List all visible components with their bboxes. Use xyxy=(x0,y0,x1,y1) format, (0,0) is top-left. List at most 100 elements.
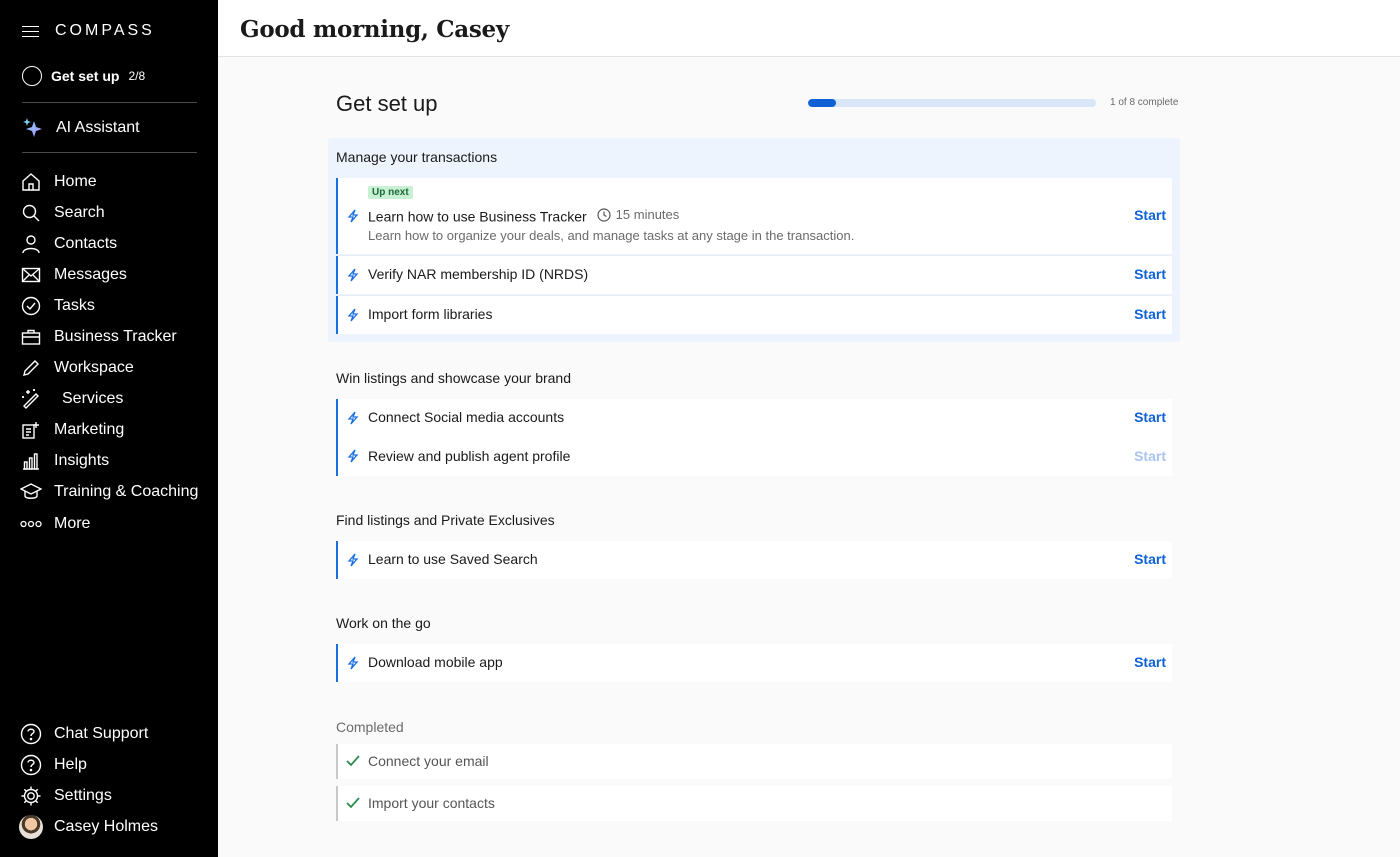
start-button[interactable]: Start xyxy=(1134,409,1166,425)
sidebar-item-label: Marketing xyxy=(54,421,125,439)
sidebar-item-label: Settings xyxy=(54,786,112,804)
task-label[interactable]: Learn to use Saved Search xyxy=(368,551,538,567)
sidebar-item-profile[interactable]: Casey Holmes xyxy=(19,811,159,842)
more-dots-icon xyxy=(20,513,42,535)
sidebar-item-settings[interactable]: Settings xyxy=(20,780,158,811)
brand: COMPASS xyxy=(22,22,155,40)
sidebar-item-training[interactable]: Training & Coaching xyxy=(20,477,198,508)
menu-icon[interactable] xyxy=(22,25,39,38)
setup-progress-ring-icon xyxy=(22,66,42,86)
help-icon xyxy=(20,754,42,776)
task-label[interactable]: Review and publish agent profile xyxy=(368,448,570,464)
task-label[interactable]: Verify NAR membership ID (NRDS) xyxy=(368,266,588,282)
task-label: Import your contacts xyxy=(368,795,495,811)
bar-chart-icon xyxy=(20,450,42,472)
avatar xyxy=(19,814,43,839)
sidebar-item-label: Help xyxy=(54,755,87,773)
completed-task-row: Connect your email xyxy=(336,744,1172,779)
sidebar-item-contacts[interactable]: Contacts xyxy=(20,228,198,259)
top-header: Good morning, Casey xyxy=(218,0,1400,57)
task-label: Learn how to use Business Tracker 15 minu… xyxy=(368,207,679,225)
sidebar-item-label: Training & Coaching xyxy=(54,483,199,501)
section-title: Manage your transactions xyxy=(336,149,498,165)
sidebar-item-home[interactable]: Home xyxy=(20,166,198,197)
task-row: Connect Social media accounts Start xyxy=(336,399,1172,437)
task-title[interactable]: Learn how to use Business Tracker xyxy=(368,209,587,225)
sidebar-item-services[interactable]: Services xyxy=(20,384,198,415)
task-label: Connect your email xyxy=(368,753,489,769)
sidebar-item-tasks[interactable]: Tasks xyxy=(20,290,198,321)
setup-label: Get set up xyxy=(51,68,120,84)
ai-assistant-label: AI Assistant xyxy=(56,119,140,136)
home-icon xyxy=(20,171,42,193)
sidebar-item-more[interactable]: More xyxy=(20,508,198,539)
sidebar-item-workspace[interactable]: Workspace xyxy=(20,353,198,384)
section-title: Find listings and Private Exclusives xyxy=(336,512,555,528)
sidebar-item-label: Home xyxy=(54,172,97,190)
sidebar-item-label: Services xyxy=(62,390,124,408)
task-row: Review and publish agent profile Start xyxy=(336,437,1172,476)
task-row: Verify NAR membership ID (NRDS) Start xyxy=(336,256,1172,294)
section-title: Work on the go xyxy=(336,615,431,631)
task-duration: 15 minutes xyxy=(597,207,680,222)
task-row: Download mobile app Start xyxy=(336,644,1172,682)
start-button[interactable]: Start xyxy=(1134,551,1166,567)
sparkle-icon xyxy=(23,118,42,137)
clock-icon xyxy=(597,207,611,222)
task-label[interactable]: Import form libraries xyxy=(368,306,492,322)
checkmark-icon xyxy=(346,796,360,810)
sidebar-divider xyxy=(22,152,197,153)
start-button[interactable]: Start xyxy=(1134,207,1166,223)
sidebar-item-search[interactable]: Search xyxy=(20,197,198,228)
task-label[interactable]: Connect Social media accounts xyxy=(368,409,564,425)
sidebar-item-insights[interactable]: Insights xyxy=(20,446,198,477)
setup-progress-bar xyxy=(808,99,1096,107)
up-next-badge: Up next xyxy=(368,186,413,199)
start-button[interactable]: Start xyxy=(1134,654,1166,670)
completed-section-title: Completed xyxy=(336,719,404,735)
lightning-icon xyxy=(346,449,360,463)
task-description: Learn how to organize your deals, and ma… xyxy=(368,228,855,243)
sidebar-item-label: Business Tracker xyxy=(54,328,177,346)
gear-icon xyxy=(20,785,42,807)
briefcase-icon xyxy=(20,326,42,348)
ai-assistant-link[interactable]: AI Assistant xyxy=(22,117,140,139)
sidebar-item-help[interactable]: Help xyxy=(20,749,158,780)
task-row: Learn to use Saved Search Start xyxy=(336,541,1172,579)
duration-text: 15 minutes xyxy=(615,207,680,222)
sidebar-item-chat-support[interactable]: Chat Support xyxy=(20,718,158,749)
sidebar-item-label: Messages xyxy=(54,265,127,283)
sidebar-item-label: Search xyxy=(54,203,105,221)
sidebar-item-marketing[interactable]: Marketing xyxy=(20,415,198,446)
task-label[interactable]: Download mobile app xyxy=(368,654,503,670)
completed-task-row: Import your contacts xyxy=(336,786,1172,821)
start-button[interactable]: Start xyxy=(1134,306,1166,322)
lightning-icon xyxy=(346,411,360,425)
lightning-icon xyxy=(346,308,360,322)
checkmark-icon xyxy=(346,754,360,768)
setup-count: 2/8 xyxy=(128,69,146,83)
lightning-icon xyxy=(346,268,360,282)
task-row: Up next Learn how to use Business Tracke… xyxy=(336,178,1172,254)
sidebar-item-label: Chat Support xyxy=(54,724,149,742)
sidebar-item-label: Workspace xyxy=(54,359,134,377)
lightning-icon xyxy=(346,209,360,223)
sidebar-item-business-tracker[interactable]: Business Tracker xyxy=(20,321,198,352)
sidebar-item-label: Casey Holmes xyxy=(54,817,159,835)
sidebar-item-label: More xyxy=(54,514,91,532)
setup-progress-text: 1 of 8 complete xyxy=(1110,97,1179,108)
search-icon xyxy=(20,202,42,224)
get-set-up-link[interactable]: Get set up 2/8 xyxy=(22,66,145,86)
chat-support-icon xyxy=(20,723,42,745)
sidebar-item-messages[interactable]: Messages xyxy=(20,259,198,290)
greeting: Good morning, Casey xyxy=(240,16,509,43)
marketing-icon xyxy=(20,419,42,441)
mail-icon xyxy=(20,264,42,286)
start-button[interactable]: Start xyxy=(1134,266,1166,282)
task-row: Import form libraries Start xyxy=(336,296,1172,334)
start-button[interactable]: Start xyxy=(1134,448,1166,464)
sidebar-item-label: Insights xyxy=(54,452,110,470)
sidebar-bottom-nav: Chat Support Help Settings Casey Holmes xyxy=(19,718,159,842)
magic-wand-icon xyxy=(20,388,42,410)
compass-logo[interactable]: COMPASS xyxy=(55,22,155,40)
